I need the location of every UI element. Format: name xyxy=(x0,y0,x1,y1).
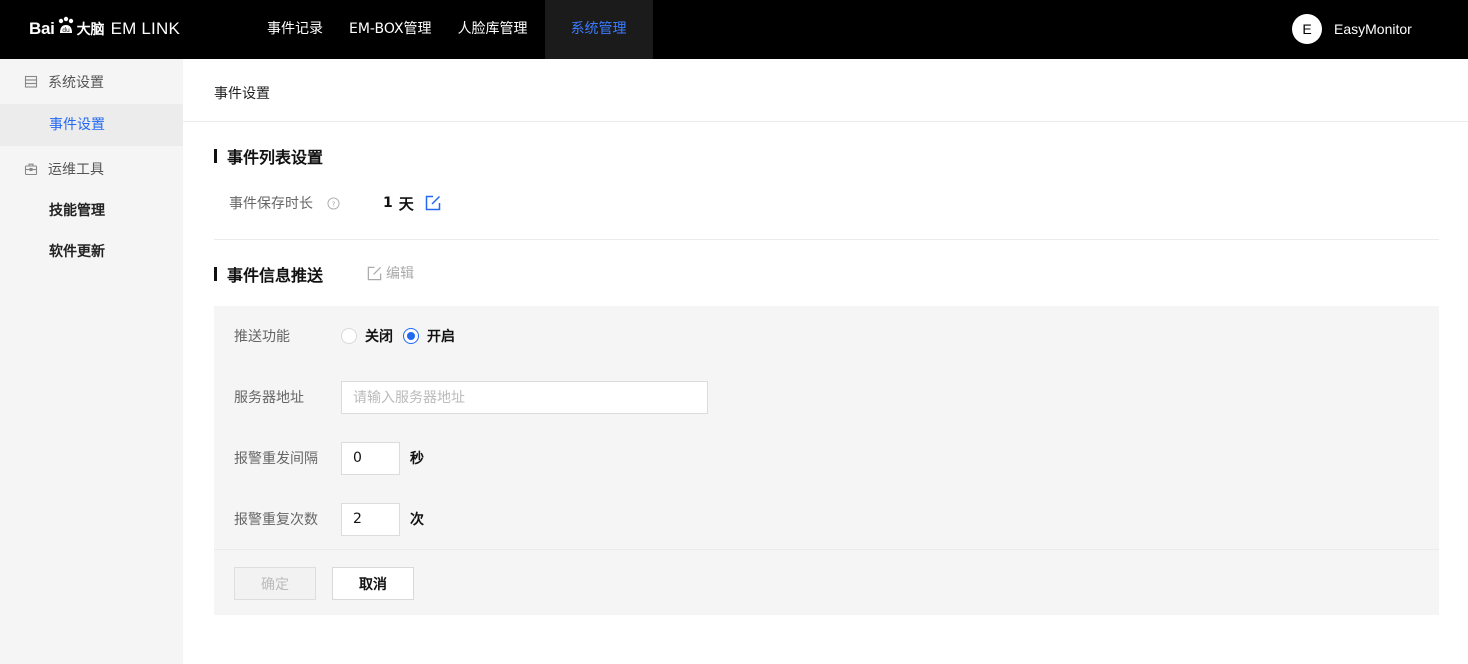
sidebar-group-label: 运维工具 xyxy=(48,161,104,178)
baidu-brain-logo[interactable]: Bai du 大脑 EM LINK xyxy=(29,14,180,44)
logo-bai-text: Bai xyxy=(29,19,55,38)
edit-label: 编辑 xyxy=(386,266,414,282)
sidebar-item-software-update[interactable]: 软件更新 xyxy=(0,232,183,273)
server-address-row: 服务器地址 请输入服务器地址 xyxy=(234,380,708,414)
repeat-unit: 次 xyxy=(410,512,424,528)
nav-system-management[interactable]: 系统管理 xyxy=(544,0,653,59)
svg-text:du: du xyxy=(62,27,70,34)
paw-icon: du xyxy=(58,16,73,34)
section-title-push: 事件信息推送 xyxy=(214,262,323,286)
push-function-row: 推送功能 关闭 开启 xyxy=(234,320,455,352)
section-title-event-list: 事件列表设置 xyxy=(214,144,323,168)
logo-danao-text: 大脑 xyxy=(76,22,105,38)
avatar: E xyxy=(1292,14,1322,44)
help-icon[interactable]: ? xyxy=(327,196,340,210)
retention-value: 1 xyxy=(383,195,393,211)
retention-unit: 天 xyxy=(398,194,414,213)
retention-row: 事件保存时长 ? 1 天 xyxy=(229,192,442,214)
nav-face-library-management[interactable]: 人脸库管理 xyxy=(445,0,541,59)
sidebar-group-system-settings: 系统设置 xyxy=(0,59,183,104)
interval-unit: 秒 xyxy=(410,451,424,467)
nav-em-box-management[interactable]: EM-BOX管理 xyxy=(336,0,445,59)
sidebar-group-label: 系统设置 xyxy=(48,74,104,91)
section-marker xyxy=(214,149,217,163)
radio-on[interactable]: 开启 xyxy=(403,326,455,346)
alarm-interval-label: 报警重发间隔 xyxy=(234,451,318,467)
radio-off[interactable]: 关闭 xyxy=(341,326,393,346)
header-divider xyxy=(183,121,1468,122)
edit-icon xyxy=(367,266,382,280)
toolbox-icon xyxy=(24,163,38,175)
alarm-repeat-row: 报警重复次数 2 次 xyxy=(234,502,424,536)
radio-label: 开启 xyxy=(427,329,455,345)
confirm-button[interactable]: 确定 xyxy=(234,567,316,600)
server-icon xyxy=(24,75,38,88)
breadcrumb: 事件设置 xyxy=(214,86,270,102)
user-menu[interactable]: E EasyMonitor xyxy=(1292,14,1412,44)
sidebar-item-skill-management[interactable]: 技能管理 xyxy=(0,191,183,232)
main-nav: 事件记录 EM-BOX管理 人脸库管理 系统管理 xyxy=(254,0,653,59)
section-title-text: 事件列表设置 xyxy=(227,148,324,167)
edit-button[interactable]: 编辑 xyxy=(366,263,414,283)
username: EasyMonitor xyxy=(1334,21,1412,37)
radio-circle xyxy=(341,328,357,344)
push-function-label: 推送功能 xyxy=(234,329,290,345)
alarm-repeat-label: 报警重复次数 xyxy=(234,512,318,528)
alarm-interval-input[interactable]: 0 xyxy=(341,441,400,475)
sidebar: 系统设置 事件设置 运维工具 技能管理 软件更新 xyxy=(0,59,183,664)
sidebar-item-event-settings[interactable]: 事件设置 xyxy=(0,104,183,146)
top-navigation-bar: Bai du 大脑 EM LINK 事件记录 EM-BOX管理 人脸库管理 系统… xyxy=(0,0,1468,59)
retention-label: 事件保存时长 xyxy=(229,196,313,212)
section-marker xyxy=(214,267,217,281)
nav-event-records[interactable]: 事件记录 xyxy=(254,0,336,59)
sidebar-group-ops-tools: 运维工具 xyxy=(0,146,183,191)
radio-label: 关闭 xyxy=(365,329,393,345)
alarm-interval-row: 报警重发间隔 0 秒 xyxy=(234,441,424,475)
radio-circle-selected xyxy=(403,328,419,344)
form-divider xyxy=(214,549,1439,550)
section-divider xyxy=(214,239,1439,240)
push-settings-form: 推送功能 关闭 开启 服务器地址 请输入服务器地址 报警重发间隔 0 秒 报警重… xyxy=(214,306,1439,615)
cancel-button[interactable]: 取消 xyxy=(332,567,414,600)
section-title-text: 事件信息推送 xyxy=(227,266,324,285)
svg-text:?: ? xyxy=(332,199,336,208)
product-name: EM LINK xyxy=(110,19,180,38)
edit-icon[interactable] xyxy=(424,194,442,212)
alarm-repeat-input[interactable]: 2 xyxy=(341,502,400,536)
server-address-label: 服务器地址 xyxy=(234,390,304,406)
main-content: 事件设置 事件列表设置 事件保存时长 ? 1 天 事件信息推送 编辑 推送功能 xyxy=(183,59,1468,664)
server-address-input[interactable]: 请输入服务器地址 xyxy=(341,380,708,414)
